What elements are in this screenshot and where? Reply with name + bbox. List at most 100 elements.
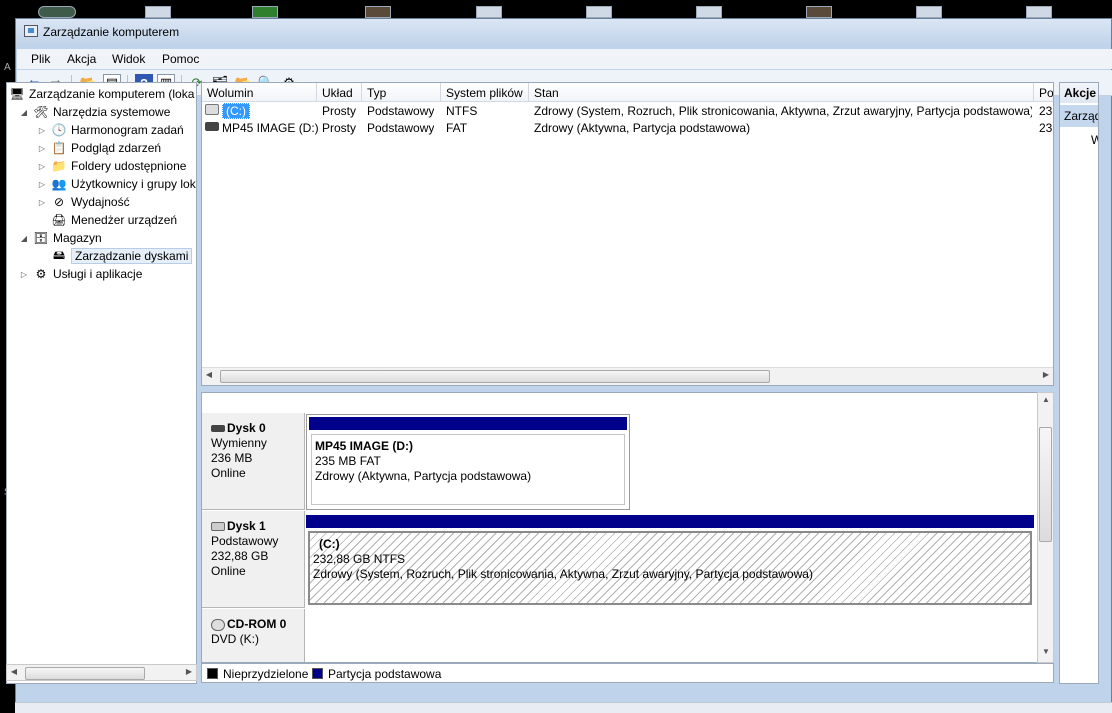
partition-d[interactable]: MP45 IMAGE (D:) 235 MB FAT Zdrowy (Aktyw… — [306, 414, 630, 510]
partition-color-bar — [309, 417, 627, 430]
disk-kind: Wymienny — [211, 436, 267, 450]
column-header-layout[interactable]: Układ — [317, 83, 362, 102]
column-header-status[interactable]: Stan — [529, 83, 1034, 102]
legend-label: Partycja podstawowa — [328, 667, 442, 681]
actions-header: Akcje — [1060, 83, 1098, 103]
legend: Nieprzydzielone Partycja podstawowa — [201, 663, 1054, 683]
tree-expander-icon[interactable]: ▷ — [37, 198, 47, 207]
tree-item-label: Usługi i aplikacje — [53, 267, 143, 281]
tree-expander-icon[interactable]: ▷ — [37, 126, 47, 135]
scroll-left-icon[interactable]: ◀ — [7, 667, 21, 676]
menu-help[interactable]: Pomoc — [162, 52, 199, 66]
tree-expander-icon[interactable]: ◢ — [19, 234, 29, 243]
clock-icon: 🕓 — [51, 123, 67, 137]
scroll-thumb[interactable] — [1039, 427, 1052, 542]
tree-item[interactable]: ▷ 👥 Użytkownicy i grupy lok — [37, 175, 196, 193]
desktop-text: A — [4, 62, 11, 73]
tree-item[interactable]: ▷ ⊘ Wydajność — [37, 193, 130, 211]
tree-item[interactable]: ▷ 🕓 Harmonogram zadań — [37, 121, 184, 139]
actions-pane: Akcje Zarządzanie dyskami W — [1059, 82, 1099, 684]
status-bar — [15, 702, 1112, 713]
volume-name: MP45 IMAGE (D:) — [222, 121, 319, 135]
event-viewer-icon: 📋 — [51, 141, 67, 155]
volume-list-horizontal-scrollbar[interactable]: ◀ ▶ — [202, 367, 1053, 385]
tree-expander-icon[interactable]: ▷ — [19, 270, 29, 279]
column-header-type[interactable]: Typ — [362, 83, 441, 102]
device-manager-icon: 🖨 — [51, 213, 67, 227]
tree-expander-icon[interactable]: ▷ — [37, 144, 47, 153]
column-header-filesystem[interactable]: System plików — [441, 83, 529, 102]
desktop-icon — [365, 6, 391, 18]
menu-action[interactable]: Akcja — [67, 52, 96, 66]
tree-item[interactable]: 🖨 Menedżer urządzeń — [37, 211, 177, 229]
window-title: Zarządzanie komputerem — [43, 25, 180, 39]
partition-status: Zdrowy (System, Rozruch, Plik stronicowa… — [313, 567, 813, 581]
computer-icon: 🖥 — [9, 87, 25, 101]
partition-size: 232,88 GB NTFS — [313, 552, 406, 566]
desktop-icon — [38, 6, 76, 18]
users-icon: 👥 — [51, 177, 67, 191]
cdrom-0-header[interactable]: CD-ROM 0 DVD (K:) Brak nośnika — [202, 609, 305, 662]
disk-kind: DVD (K:) — [211, 632, 259, 646]
tree-horizontal-scrollbar[interactable]: ◀ ▶ — [6, 664, 197, 681]
actions-section-disk-management[interactable]: Zarządzanie dyskami — [1060, 105, 1098, 127]
disk-name: CD-ROM 0 — [227, 617, 287, 631]
disk-state: Online — [211, 466, 246, 480]
scroll-right-icon[interactable]: ▶ — [182, 667, 196, 676]
scroll-left-icon[interactable]: ◀ — [202, 370, 216, 379]
disk-kind: Podstawowy — [211, 534, 279, 548]
disk-pane-vertical-scrollbar[interactable]: ▲ ▼ — [1037, 392, 1054, 663]
desktop-icon — [476, 6, 502, 18]
scroll-up-icon[interactable]: ▲ — [1039, 395, 1053, 404]
shared-folder-icon: 📁 — [51, 159, 67, 173]
storage-icon: 🗄 — [33, 231, 49, 245]
tree-item-label: Menedżer urządzeń — [71, 213, 178, 227]
scroll-right-icon[interactable]: ▶ — [1039, 370, 1053, 379]
partition-c[interactable]: (C:) 232,88 GB NTFS Zdrowy (System, Rozr… — [306, 515, 1034, 607]
navigation-tree: 🖥 Zarządzanie komputerem (loka ◢ 🛠 Narzędzia… — [6, 82, 197, 684]
column-header-volume[interactable]: Wolumin — [202, 83, 317, 102]
tree-item[interactable]: 🖥 Zarządzanie komputerem (loka — [9, 85, 194, 103]
performance-icon: ⊘ — [53, 195, 65, 209]
menu-view[interactable]: Widok — [112, 52, 145, 66]
tree-item[interactable]: ▷ 📁 Foldery udostępnione — [37, 157, 187, 175]
tree-expander-icon[interactable]: ▷ — [37, 162, 47, 171]
disk-0-header[interactable]: Dysk 0 Wymienny 236 MB Online — [202, 413, 305, 510]
tree-item[interactable]: ▷ ⚙ Usługi i aplikacje — [19, 265, 142, 283]
disk-size: 232,88 GB — [211, 549, 269, 563]
desktop-icon — [806, 6, 832, 18]
tree-item[interactable]: ◢ 🗄 Magazyn — [19, 229, 102, 247]
partition-title: MP45 IMAGE (D:) — [315, 439, 414, 453]
tree-item[interactable]: 🖴 Zarządzanie dyskami — [37, 247, 193, 265]
legend-swatch-primary — [312, 668, 323, 679]
column-header-capacity[interactable]: Po — [1034, 83, 1053, 102]
title-bar[interactable]: Zarządzanie komputerem — [16, 19, 1111, 45]
volume-status: Zdrowy (System, Rozruch, Plik stronicowa… — [534, 104, 1032, 118]
partition-info: MP45 IMAGE (D:) 235 MB FAT Zdrowy (Aktyw… — [311, 434, 625, 505]
volume-filesystem: FAT — [446, 121, 468, 135]
scroll-down-icon[interactable]: ▼ — [1039, 647, 1053, 656]
scroll-thumb[interactable] — [25, 667, 145, 680]
partition-color-bar — [306, 515, 1034, 528]
actions-item[interactable]: W — [1091, 133, 1098, 147]
tree-expander-icon[interactable]: ▷ — [37, 180, 47, 189]
tree-item[interactable]: ◢ 🛠 Narzędzia systemowe — [19, 103, 170, 121]
volume-status: Zdrowy (Aktywna, Partycja podstawowa) — [534, 121, 751, 135]
volume-type: Podstawowy — [367, 104, 435, 118]
volume-capacity: 23! — [1039, 121, 1053, 135]
tree-item-label: Foldery udostępnione — [71, 159, 187, 173]
legend-label: Nieprzydzielone — [223, 667, 309, 681]
desktop-icon — [252, 6, 278, 18]
disk-state: Online — [211, 564, 246, 578]
desktop-icon — [696, 6, 722, 18]
scroll-thumb[interactable] — [220, 370, 770, 383]
disk-1-header[interactable]: Dysk 1 Podstawowy 232,88 GB Online — [202, 511, 305, 608]
menu-bar: Plik Akcja Widok Pomoc — [17, 49, 1112, 69]
partition-status: Zdrowy (Aktywna, Partycja podstawowa) — [315, 469, 532, 483]
tree-item[interactable]: ▷ 📋 Podgląd zdarzeń — [37, 139, 161, 157]
volume-capacity: 23; — [1039, 104, 1053, 118]
tree-expander-icon[interactable]: ◢ — [19, 108, 29, 117]
tools-icon: 🛠 — [33, 105, 49, 119]
menu-file[interactable]: Plik — [31, 52, 50, 66]
drive-icon — [205, 104, 219, 115]
